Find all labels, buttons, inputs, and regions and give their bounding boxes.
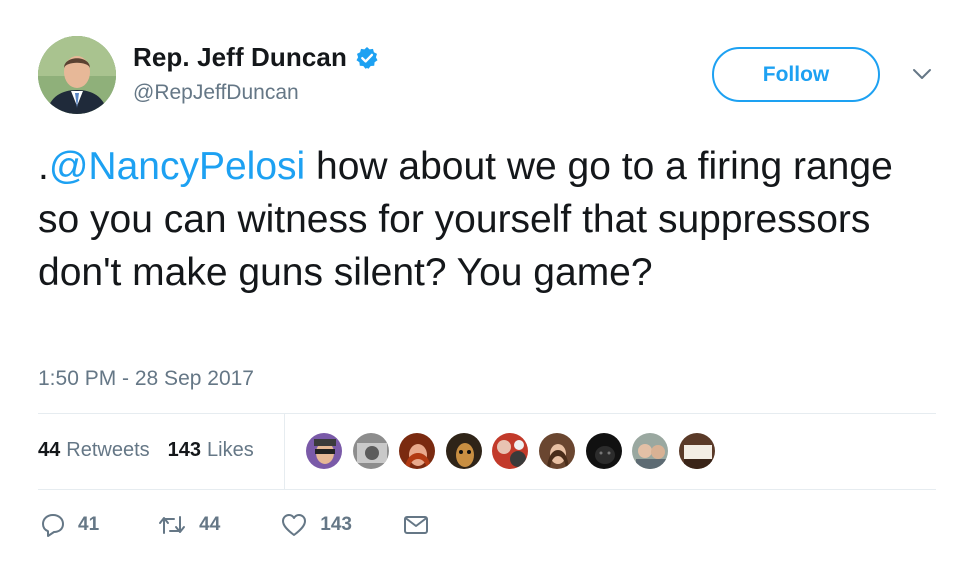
caret-down-icon[interactable] xyxy=(911,66,933,82)
retweets-label: Retweets xyxy=(66,439,150,461)
direct-message-button[interactable] xyxy=(402,513,430,537)
retweets-count: 44 xyxy=(38,439,61,461)
reply-icon xyxy=(42,514,64,537)
verified-icon xyxy=(355,46,379,70)
retweets-stat[interactable]: 44 Retweets xyxy=(38,439,150,462)
author-name[interactable]: Rep. Jeff Duncan xyxy=(133,42,347,73)
author-name-row: Rep. Jeff Duncan xyxy=(133,42,379,73)
reply-count: 41 xyxy=(78,514,100,535)
liker-avatar[interactable] xyxy=(677,432,716,470)
author-avatar[interactable] xyxy=(38,36,116,114)
divider-bottom xyxy=(38,489,936,490)
divider-top xyxy=(38,413,936,414)
liker-avatar[interactable] xyxy=(537,432,576,470)
tweet-timestamp[interactable]: 1:50 PM - 28 Sep 2017 xyxy=(38,367,254,391)
reply-button[interactable]: 41 xyxy=(40,512,99,538)
stats-vertical-divider xyxy=(284,413,285,489)
retweet-count: 44 xyxy=(199,514,221,535)
mention-link[interactable]: @NancyPelosi xyxy=(49,145,305,188)
liker-avatar[interactable] xyxy=(491,432,530,470)
tweet-actions: 41 44 143 xyxy=(40,512,430,538)
liker-avatar[interactable] xyxy=(351,432,390,470)
likes-label: Likes xyxy=(207,439,254,461)
likes-count: 143 xyxy=(167,439,201,461)
liker-avatar[interactable] xyxy=(584,432,623,470)
direct-message-icon xyxy=(403,516,428,534)
liked-by-avatars xyxy=(305,432,724,470)
liker-avatar[interactable] xyxy=(305,432,343,470)
retweet-button[interactable]: 44 xyxy=(157,512,220,538)
liker-avatar[interactable] xyxy=(398,432,437,470)
retweet-icon xyxy=(159,516,186,534)
likes-stat[interactable]: 143 Likes xyxy=(168,439,254,462)
tweet-card: Rep. Jeff Duncan @RepJeffDuncan Follow .… xyxy=(0,0,980,583)
like-icon xyxy=(282,514,307,536)
engagement-stats: 44 Retweets 143 Likes xyxy=(38,439,272,462)
author-handle[interactable]: @RepJeffDuncan xyxy=(133,81,299,105)
liker-avatar[interactable] xyxy=(631,432,670,470)
follow-button[interactable]: Follow xyxy=(712,47,880,102)
like-button[interactable]: 143 xyxy=(280,512,352,538)
tweet-prefix: . xyxy=(38,145,49,188)
like-count: 143 xyxy=(320,514,352,535)
tweet-text: .@NancyPelosi how about we go to a firin… xyxy=(38,140,938,299)
liker-avatar[interactable] xyxy=(444,432,483,470)
